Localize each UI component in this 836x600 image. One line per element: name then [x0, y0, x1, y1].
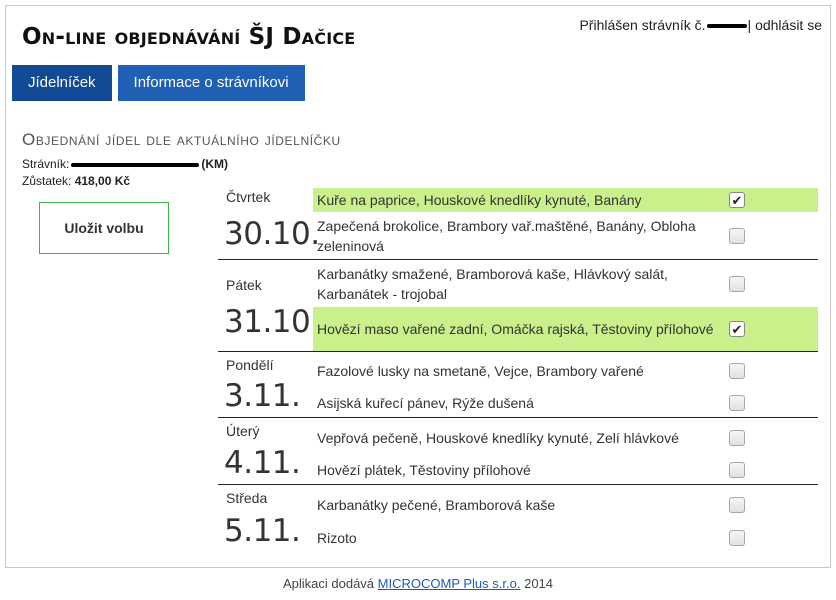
meal-text: Karbanátky smažené, Bramborová kaše, Hlá… [317, 266, 668, 302]
day-group: Čtvrtek 30.10. Kuře na paprice, Houskové… [218, 184, 818, 260]
balance-label: Zůstatek: [22, 174, 72, 188]
day-group: Úterý 4.11. Vepřová pečeně, Houskové kne… [218, 418, 818, 485]
main-nav: Jídelníček Informace o strávníkovi [12, 65, 305, 101]
day-name: Pondělí [226, 357, 274, 373]
balance-value: 418,00 Kč [74, 174, 131, 188]
day-date: 4.11. [224, 445, 301, 481]
redacted-diner-name [71, 162, 200, 167]
day-group: Pátek 31.10. Karbanátky smažené, Brambor… [218, 260, 818, 352]
save-choice-button[interactable]: Uložit volbu [39, 202, 169, 254]
diner-suffix: (KM) [201, 157, 229, 171]
day-date: 5.11. [224, 513, 301, 549]
meal-text: Fazolové lusky na smetaně, Vejce, Brambo… [317, 363, 644, 379]
meal-checkbox[interactable] [729, 228, 745, 244]
day-name: Pátek [226, 277, 262, 293]
nav-diner-info-button[interactable]: Informace o strávníkovi [117, 65, 305, 101]
footer-prefix: Aplikaci dodává [282, 576, 375, 591]
meal-row[interactable]: Hovězí maso vařené zadní, Omáčka rajská,… [313, 307, 818, 351]
meal-text: Hovězí plátek, Těstoviny přílohové [317, 462, 531, 478]
vendor-link[interactable]: MICROCOMP Plus s.r.o. [378, 576, 521, 591]
meal-checkbox[interactable]: ✔ [729, 192, 745, 208]
day-group: Pondělí 3.11. Fazolové lusky na smetaně,… [218, 352, 818, 418]
day-group: Středa 5.11. Karbanátky pečené, Bramboro… [218, 485, 818, 555]
day-date: 30.10. [224, 216, 320, 252]
redacted-diner-number [706, 24, 747, 29]
meal-checkbox[interactable] [729, 430, 745, 446]
meal-checkbox[interactable] [729, 395, 745, 411]
meal-text: Asijská kuřecí pánev, Rýže dušená [317, 395, 534, 411]
day-name: Úterý [226, 423, 260, 439]
meal-text: Hovězí maso vařené zadní, Omáčka rajská,… [317, 321, 714, 337]
meal-row[interactable]: Zapečená brokolice, Brambory vař.maštěné… [313, 214, 818, 258]
day-date: 3.11. [224, 378, 301, 414]
meal-text: Zapečená brokolice, Brambory vař.maštěné… [317, 218, 696, 254]
day-date: 31.10. [224, 304, 320, 340]
nav-menu-button[interactable]: Jídelníček [12, 65, 112, 101]
section-heading: Objednání jídel dle aktuálního jídelníčk… [22, 130, 341, 149]
logout-link[interactable]: odhlásit se [755, 17, 822, 33]
diner-info: Strávník: (KM) [22, 157, 228, 171]
meal-checkbox[interactable] [729, 497, 745, 513]
meal-checkbox[interactable] [729, 462, 745, 478]
meal-row[interactable]: Rizoto [313, 525, 818, 551]
meal-checkbox[interactable]: ✔ [729, 321, 745, 337]
meal-text: Kuře na paprice, Houskové knedlíky kynut… [317, 192, 642, 208]
meal-checkbox[interactable] [729, 363, 745, 379]
meal-row[interactable]: Fazolové lusky na smetaně, Vejce, Brambo… [313, 358, 818, 384]
balance-info: Zůstatek: 418,00 Kč [22, 174, 130, 188]
meal-row[interactable]: Asijská kuřecí pánev, Rýže dušená [313, 390, 818, 416]
login-bar: Přihlášen strávník č. | odhlásit se [579, 17, 822, 33]
login-prefix: Přihlášen strávník č. [579, 17, 706, 33]
day-name: Čtvrtek [226, 189, 271, 205]
footer: Aplikaci dodává MICROCOMP Plus s.r.o. 20… [0, 576, 836, 591]
footer-year: 2014 [524, 576, 554, 591]
site-title: On-line objednávání ŠJ Dačice [22, 24, 356, 50]
meal-row[interactable]: Karbanátky smažené, Bramborová kaše, Hlá… [313, 262, 818, 306]
meal-checkbox[interactable] [729, 276, 745, 292]
meal-row[interactable]: Vepřová pečeně, Houskové knedlíky kynuté… [313, 425, 818, 451]
meal-row[interactable]: Karbanátky pečené, Bramborová kaše [313, 492, 818, 518]
meal-text: Vepřová pečeně, Houskové knedlíky kynuté… [317, 430, 679, 446]
meal-row[interactable]: Kuře na paprice, Houskové knedlíky kynut… [313, 188, 818, 212]
meal-row[interactable]: Hovězí plátek, Těstoviny přílohové [313, 457, 818, 483]
meal-text: Rizoto [317, 530, 357, 546]
meal-text: Karbanátky pečené, Bramborová kaše [317, 497, 556, 513]
diner-label: Strávník: [22, 157, 70, 171]
app-frame: On-line objednávání ŠJ Dačice Přihlášen … [5, 5, 831, 568]
day-name: Středa [226, 490, 268, 506]
meal-checkbox[interactable] [729, 530, 745, 546]
login-separator: | [747, 17, 752, 33]
